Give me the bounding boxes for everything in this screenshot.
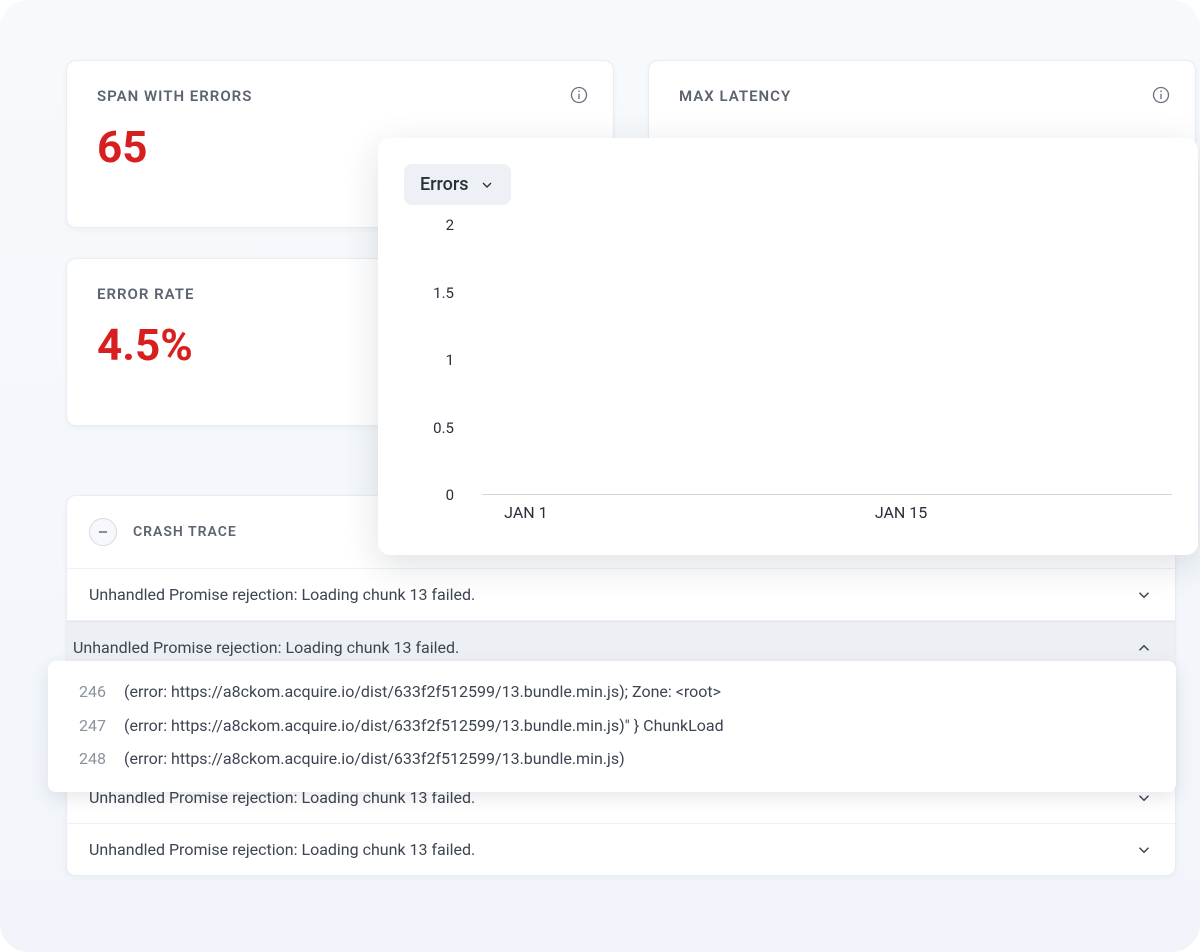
bar-segment-light: [920, 491, 946, 494]
info-icon[interactable]: [569, 85, 589, 105]
bar-slot: [588, 233, 641, 494]
bar-slot: [1013, 233, 1066, 494]
chevron-down-icon: [479, 177, 495, 193]
x-axis-ticks: JAN 1 JAN 15: [482, 503, 1172, 529]
crash-trace-title: CRASH TRACE: [133, 524, 237, 540]
x-tick-label: JAN 1: [504, 503, 547, 522]
code-line-text: (error: https://a8ckom.acquire.io/dist/6…: [124, 746, 625, 772]
bar-slot: [1119, 233, 1172, 494]
bar[interactable]: [1079, 491, 1105, 494]
bar-slot: [694, 233, 747, 494]
stat-title: SPAN WITH ERRORS: [97, 87, 583, 105]
code-line: 247 (error: https://a8ckom.acquire.io/di…: [68, 709, 1156, 743]
collapse-button[interactable]: [89, 518, 117, 546]
bar-slot: [482, 233, 535, 494]
code-line: 248 (error: https://a8ckom.acquire.io/di…: [68, 742, 1156, 776]
crash-code-panel: 246 (error: https://a8ckom.acquire.io/di…: [48, 661, 1176, 792]
x-tick-label: JAN 15: [875, 503, 927, 522]
chart-metric-select[interactable]: Errors: [404, 164, 511, 205]
bar-slot: [960, 233, 1013, 494]
info-icon[interactable]: [1151, 85, 1171, 105]
bar[interactable]: [867, 491, 893, 494]
bar-slot: [854, 233, 907, 494]
errors-chart-card: Errors 0 0.5 1 1.5 2 JAN 1 JAN 15: [378, 138, 1198, 555]
crash-row-label: Unhandled Promise rejection: Loading chu…: [73, 638, 459, 657]
y-tick-label: 0.5: [433, 419, 454, 437]
bar-segment-light: [708, 491, 734, 494]
bar-segment-light: [761, 491, 787, 494]
bar[interactable]: [549, 491, 575, 494]
code-line-text: (error: https://a8ckom.acquire.io/dist/6…: [124, 713, 724, 739]
bar[interactable]: [761, 491, 787, 494]
bar[interactable]: [496, 491, 522, 494]
chart-metric-label: Errors: [420, 174, 469, 195]
bar[interactable]: [602, 491, 628, 494]
crash-row[interactable]: Unhandled Promise rejection: Loading chu…: [67, 824, 1175, 875]
bar-segment-light: [867, 491, 893, 494]
code-line: 246 (error: https://a8ckom.acquire.io/di…: [68, 675, 1156, 709]
bar[interactable]: [655, 491, 681, 494]
chevron-down-icon: [1135, 841, 1153, 859]
bar-segment-light: [655, 491, 681, 494]
chart-bars: [482, 233, 1172, 494]
code-line-number: 247: [68, 713, 106, 739]
bar-slot: [800, 233, 853, 494]
bar[interactable]: [814, 491, 840, 494]
bar[interactable]: [1132, 491, 1158, 494]
bar[interactable]: [973, 491, 999, 494]
y-tick-label: 2: [446, 216, 454, 234]
y-tick-label: 0: [446, 486, 454, 504]
bar-segment-light: [1079, 491, 1105, 494]
bar-segment-light: [973, 491, 999, 494]
code-line-number: 246: [68, 679, 106, 705]
bar-slot: [747, 233, 800, 494]
bar-segment-light: [1026, 491, 1052, 494]
bar-slot: [1066, 233, 1119, 494]
crash-row-label: Unhandled Promise rejection: Loading chu…: [89, 585, 475, 604]
bar-segment-light: [814, 491, 840, 494]
chart-plot: [482, 233, 1172, 495]
bar[interactable]: [708, 491, 734, 494]
bar-segment-light: [1132, 491, 1158, 494]
bar-slot: [641, 233, 694, 494]
bar-segment-light: [602, 491, 628, 494]
bar-segment-light: [496, 491, 522, 494]
bar[interactable]: [920, 491, 946, 494]
y-axis-ticks: 00.511.52: [404, 225, 464, 495]
code-line-number: 248: [68, 746, 106, 772]
crash-row[interactable]: Unhandled Promise rejection: Loading chu…: [67, 569, 1175, 621]
chevron-down-icon: [1135, 586, 1153, 604]
code-line-text: (error: https://a8ckom.acquire.io/dist/6…: [124, 679, 721, 705]
crash-row-label: Unhandled Promise rejection: Loading chu…: [89, 840, 475, 859]
y-tick-label: 1.5: [433, 284, 454, 302]
bar-slot: [535, 233, 588, 494]
stat-title: MAX LATENCY: [679, 87, 1165, 105]
bar[interactable]: [1026, 491, 1052, 494]
chevron-up-icon: [1135, 639, 1153, 657]
chart-area: 00.511.52 JAN 1JAN 15: [404, 225, 1172, 525]
bar-segment-light: [549, 491, 575, 494]
y-tick-label: 1: [446, 351, 454, 369]
bar-slot: [907, 233, 960, 494]
